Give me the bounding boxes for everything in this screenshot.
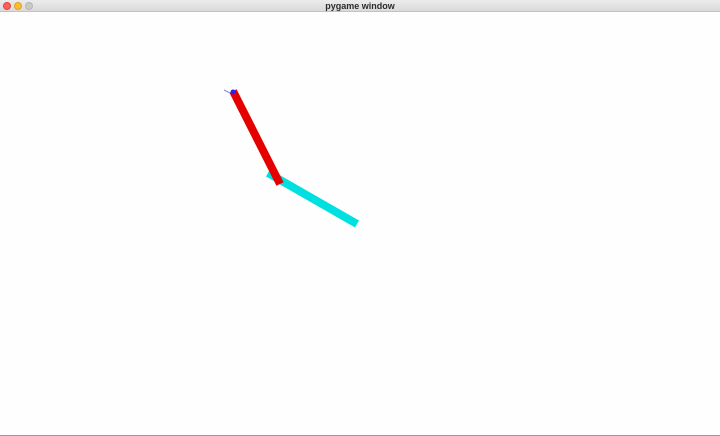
arm-link-1	[229, 89, 284, 186]
target-marker	[223, 89, 231, 94]
title-bar[interactable]: pygame window	[0, 0, 720, 12]
pygame-window: pygame window	[0, 0, 720, 436]
base-joint	[230, 89, 236, 95]
game-canvas[interactable]	[0, 12, 720, 436]
window-title: pygame window	[325, 1, 395, 11]
arm-drawing	[223, 89, 359, 228]
